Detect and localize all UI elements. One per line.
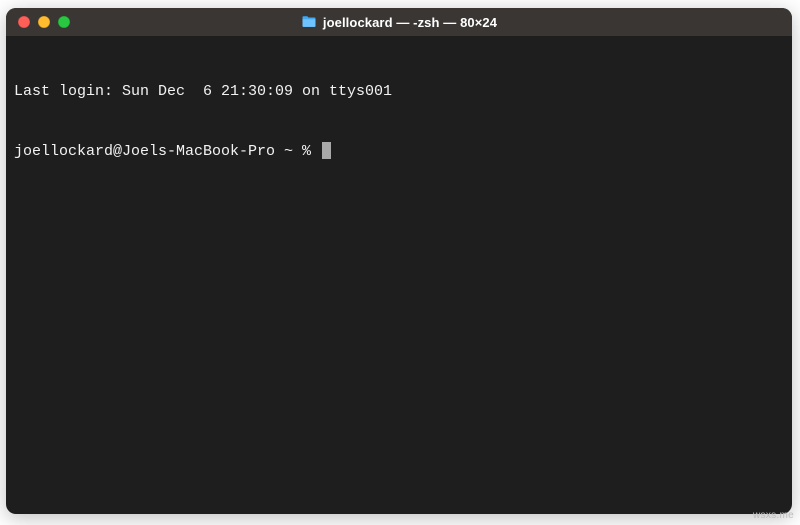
watermark: wsxs.me	[753, 510, 794, 521]
terminal-window: joellockard — -zsh — 80×24 Last login: S…	[6, 8, 792, 514]
minimize-icon[interactable]	[38, 16, 50, 28]
maximize-icon[interactable]	[58, 16, 70, 28]
cursor-block	[322, 142, 331, 159]
prompt-text: joellockard@Joels-MacBook-Pro ~ %	[14, 143, 320, 160]
folder-icon	[301, 14, 317, 30]
traffic-lights	[6, 16, 70, 28]
last-login-line: Last login: Sun Dec 6 21:30:09 on ttys00…	[14, 82, 784, 102]
close-icon[interactable]	[18, 16, 30, 28]
prompt-line: joellockard@Joels-MacBook-Pro ~ %	[14, 142, 784, 162]
title-center: joellockard — -zsh — 80×24	[6, 14, 792, 30]
window-title: joellockard — -zsh — 80×24	[323, 15, 497, 30]
titlebar[interactable]: joellockard — -zsh — 80×24	[6, 8, 792, 36]
terminal-body[interactable]: Last login: Sun Dec 6 21:30:09 on ttys00…	[6, 36, 792, 514]
